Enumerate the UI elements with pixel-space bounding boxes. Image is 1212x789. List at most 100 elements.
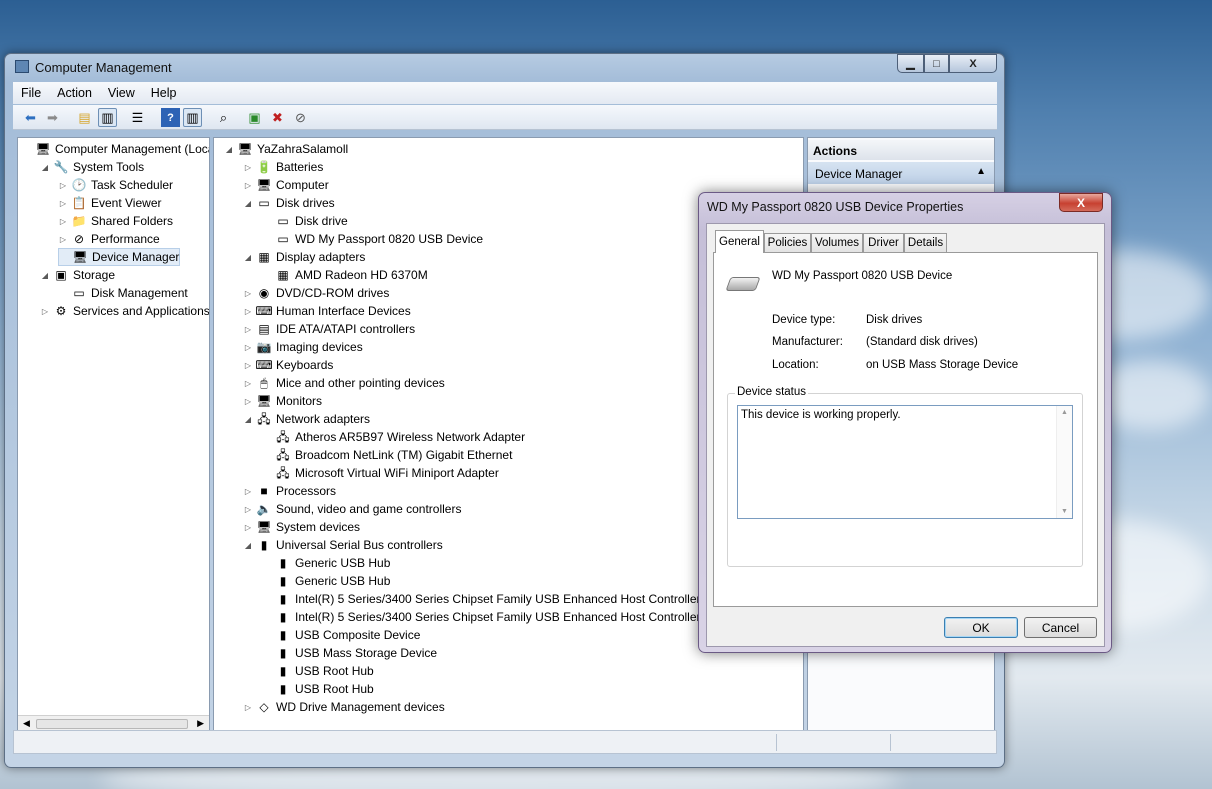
tree-item[interactable]: ▮ USB Composite Device bbox=[262, 626, 421, 644]
tree-item[interactable]: ▮ Intel(R) 5 Series/3400 Series Chipset F… bbox=[262, 608, 726, 626]
expander-arrow-icon[interactable]: ◢ bbox=[243, 199, 253, 208]
menu-action[interactable]: Action bbox=[49, 86, 100, 100]
show-hide-console-tree-icon[interactable]: ▥ bbox=[98, 108, 117, 127]
expander-arrow-icon[interactable]: ▷ bbox=[243, 397, 253, 406]
scroll-left-icon[interactable]: ◀ bbox=[23, 718, 30, 729]
tree-item[interactable]: ▷ ⌨ Keyboards bbox=[243, 356, 333, 374]
expander-arrow-icon[interactable]: ◢ bbox=[40, 163, 50, 172]
tree-item[interactable]: ▮ USB Root Hub bbox=[262, 680, 374, 698]
tree-item[interactable]: ◢ ▭ Disk drives bbox=[243, 194, 335, 212]
expander-arrow-icon[interactable]: ▷ bbox=[58, 217, 68, 226]
tree-item[interactable]: ▷ 📁 Shared Folders bbox=[58, 212, 173, 230]
uninstall-icon[interactable]: ✖ bbox=[268, 108, 287, 127]
maximize-button[interactable]: □ bbox=[924, 54, 949, 73]
expander-arrow-icon[interactable]: ▷ bbox=[243, 289, 253, 298]
help-icon[interactable]: ? bbox=[161, 108, 180, 127]
expander-arrow-icon[interactable]: ▷ bbox=[58, 235, 68, 244]
status-scrollbar[interactable]: ▲ ▼ bbox=[1056, 406, 1072, 518]
expander-arrow-icon[interactable]: ▷ bbox=[58, 199, 68, 208]
expander-arrow-icon[interactable]: ▷ bbox=[243, 325, 253, 334]
scroll-down-icon[interactable]: ▼ bbox=[1061, 508, 1068, 515]
scroll-thumb[interactable] bbox=[36, 719, 188, 729]
tree-item[interactable]: ▷ ⊘ Performance bbox=[58, 230, 160, 248]
tree-item[interactable]: ▷ ◉ DVD/CD-ROM drives bbox=[243, 284, 389, 302]
expander-arrow-icon[interactable]: ▷ bbox=[243, 703, 253, 712]
tree-item[interactable]: ▷ ⚙ Services and Applications bbox=[40, 302, 209, 320]
cancel-button[interactable]: Cancel bbox=[1024, 617, 1097, 638]
tree-item[interactable]: ▷ 📋 Event Viewer bbox=[58, 194, 162, 212]
tree-item[interactable]: ◢ 🔧 System Tools bbox=[40, 158, 144, 176]
tree-item[interactable]: ▭ WD My Passport 0820 USB Device bbox=[262, 230, 483, 248]
expander-arrow-icon[interactable]: ▷ bbox=[58, 181, 68, 190]
properties-icon[interactable]: ☰ bbox=[128, 108, 147, 127]
tab-policies[interactable]: Policies bbox=[764, 233, 811, 252]
tree-item[interactable]: ▭ Disk Management bbox=[58, 284, 187, 302]
tab-general[interactable]: General bbox=[715, 230, 764, 253]
tree-item[interactable]: ▷ 🕑 Task Scheduler bbox=[58, 176, 173, 194]
tree-item[interactable]: ▮ USB Mass Storage Device bbox=[262, 644, 437, 662]
forward-arrow-icon[interactable]: ➡ bbox=[43, 108, 62, 127]
expander-arrow-icon[interactable]: ▷ bbox=[243, 505, 253, 514]
expander-arrow-icon[interactable]: ▷ bbox=[243, 343, 253, 352]
tree-item[interactable]: ◢ 🖧 Network adapters bbox=[243, 410, 370, 428]
scroll-right-icon[interactable]: ▶ bbox=[197, 718, 204, 729]
tab-driver[interactable]: Driver bbox=[863, 233, 904, 252]
tree-item[interactable]: 🖧 Broadcom NetLink (TM) Gigabit Ethernet bbox=[262, 446, 512, 464]
tree-item[interactable]: ▷ 📷 Imaging devices bbox=[243, 338, 363, 356]
menu-help[interactable]: Help bbox=[143, 86, 185, 100]
tree-item[interactable]: ▮ Generic USB Hub bbox=[262, 554, 391, 572]
tree-item[interactable]: ▭ Disk drive bbox=[262, 212, 347, 230]
disable-device-icon[interactable]: ⊘ bbox=[291, 108, 310, 127]
tree-item[interactable]: ◢ ▣ Storage bbox=[40, 266, 115, 284]
tree-item[interactable]: ▷ ▤ IDE ATA/ATAPI controllers bbox=[243, 320, 415, 338]
tree-item[interactable]: ◢ ▦ Display adapters bbox=[243, 248, 365, 266]
expander-arrow-icon[interactable]: ▷ bbox=[243, 361, 253, 370]
tree-item[interactable]: ▷ 🖥 Computer bbox=[243, 176, 329, 194]
ok-button[interactable]: OK bbox=[944, 617, 1018, 638]
tree-item[interactable]: ▷ 🔋 Batteries bbox=[243, 158, 323, 176]
actions-device-manager[interactable]: Device Manager ▲ bbox=[808, 162, 994, 184]
expander-arrow-icon[interactable]: ◢ bbox=[243, 253, 253, 262]
tree-item[interactable]: ◢ ▮ Universal Serial Bus controllers bbox=[243, 536, 443, 554]
tree-item[interactable]: ▮ Intel(R) 5 Series/3400 Series Chipset F… bbox=[262, 590, 726, 608]
tree-item[interactable]: ▮ Generic USB Hub bbox=[262, 572, 391, 590]
expander-arrow-icon[interactable]: ▷ bbox=[243, 163, 253, 172]
scan-hardware-icon[interactable]: ⌕ bbox=[214, 108, 233, 127]
tab-volumes[interactable]: Volumes bbox=[811, 233, 863, 252]
tree-item[interactable]: 🖥 Computer Management (Local bbox=[22, 140, 209, 158]
expander-arrow-icon[interactable]: ▷ bbox=[243, 307, 253, 316]
menu-file[interactable]: File bbox=[13, 86, 49, 100]
tree-item[interactable]: ▦ AMD Radeon HD 6370M bbox=[262, 266, 427, 284]
expander-arrow-icon[interactable]: ◢ bbox=[40, 271, 50, 280]
expander-arrow-icon[interactable]: ▷ bbox=[243, 487, 253, 496]
tree-item[interactable]: ◢ 🖥 YaZahraSalamoll bbox=[224, 140, 348, 158]
up-folder-icon[interactable]: ▤ bbox=[75, 108, 94, 127]
menu-view[interactable]: View bbox=[100, 86, 143, 100]
dialog-close-button[interactable]: X bbox=[1059, 193, 1103, 212]
tree-item[interactable]: ▮ USB Root Hub bbox=[262, 662, 374, 680]
tree-item[interactable]: ▷ 🔈 Sound, video and game controllers bbox=[243, 500, 462, 518]
update-driver-icon[interactable]: ▣ bbox=[245, 108, 264, 127]
back-arrow-icon[interactable]: ⬅ bbox=[21, 108, 40, 127]
tree-item[interactable]: ▷ 🖥 System devices bbox=[243, 518, 360, 536]
tree-item[interactable]: 🖧 Atheros AR5B97 Wireless Network Adapter bbox=[262, 428, 525, 446]
show-hide-action-pane-icon[interactable]: ▥ bbox=[183, 108, 202, 127]
tree-item[interactable]: 🖧 Microsoft Virtual WiFi Miniport Adapter bbox=[262, 464, 499, 482]
expander-arrow-icon[interactable]: ▷ bbox=[243, 523, 253, 532]
tree-item[interactable]: 🖥 Device Manager bbox=[58, 248, 181, 266]
expander-arrow-icon[interactable]: ▷ bbox=[243, 379, 253, 388]
tree-item[interactable]: ▷ 🖥 Monitors bbox=[243, 392, 322, 410]
tree-item[interactable]: ▷ ■ Processors bbox=[243, 482, 336, 500]
expander-arrow-icon[interactable]: ▷ bbox=[243, 181, 253, 190]
minimize-button[interactable]: ▁ bbox=[897, 54, 924, 73]
expander-arrow-icon[interactable]: ◢ bbox=[243, 415, 253, 424]
tree-item[interactable]: ▷ ⌨ Human Interface Devices bbox=[243, 302, 411, 320]
expander-arrow-icon[interactable]: ◢ bbox=[224, 145, 234, 154]
tab-details[interactable]: Details bbox=[904, 233, 947, 252]
scroll-up-icon[interactable]: ▲ bbox=[1061, 409, 1068, 416]
device-status-textbox[interactable]: This device is working properly. ▲ ▼ bbox=[737, 405, 1073, 519]
expander-arrow-icon[interactable]: ▷ bbox=[40, 307, 50, 316]
collapse-arrow-icon[interactable]: ▲ bbox=[976, 166, 986, 177]
tree-item[interactable]: ▷ 🖱 Mice and other pointing devices bbox=[243, 374, 445, 392]
tree-item[interactable]: ▷ ◇ WD Drive Management devices bbox=[243, 698, 445, 716]
